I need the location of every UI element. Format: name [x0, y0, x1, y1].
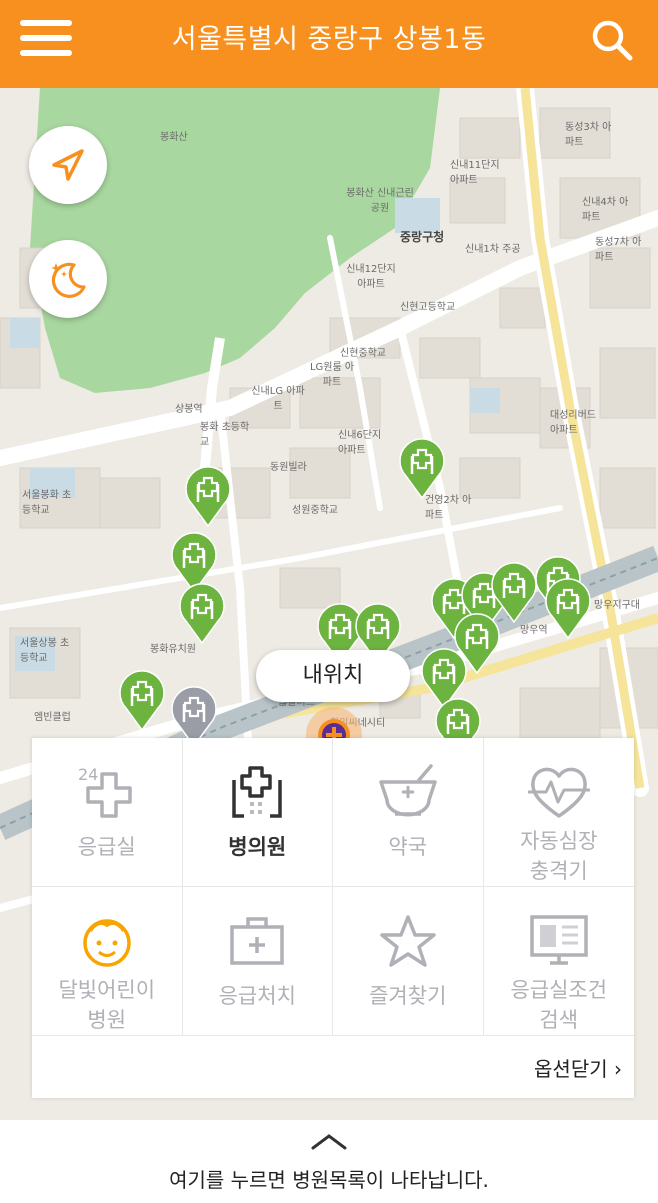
category-label: 응급실조건 검색	[510, 978, 608, 1032]
map-label: 동원빌라	[270, 462, 307, 473]
category-label: 응급실	[77, 835, 136, 859]
moon-stars-icon	[51, 262, 86, 298]
map-label: 신내4차 아파트	[582, 197, 629, 223]
child-face-icon	[83, 919, 131, 967]
svg-text:24: 24	[78, 765, 98, 784]
navigation-arrow-icon	[52, 149, 84, 181]
hospital-pin[interactable]	[178, 583, 226, 645]
chevron-up-icon	[311, 1134, 347, 1150]
close-options-button[interactable]: 옵션닫기 ›	[534, 1053, 622, 1082]
pharmacy-bowl-icon	[379, 764, 437, 817]
map-label: 성원중학교	[292, 505, 338, 516]
map-label: 동성7차 아파트	[595, 237, 642, 263]
map-label: 망우지구대	[594, 600, 640, 611]
night-mode-button[interactable]	[29, 240, 107, 318]
category-label: 응급처치	[218, 984, 296, 1008]
category-label: 달빛어린이 병원	[58, 978, 156, 1032]
map-label: 신내11단지 아파트	[450, 160, 500, 186]
map-label: 중랑구청	[400, 230, 445, 244]
category-label: 즐겨찾기	[369, 984, 447, 1008]
category-emergency-room[interactable]: 24 응급실	[32, 738, 183, 887]
map-label: 신현중학교	[340, 348, 386, 359]
heart-pulse-icon	[527, 767, 590, 818]
map-label: 신내6단지 아파트	[338, 430, 382, 456]
map-label: 신내1차 주공	[465, 244, 521, 255]
map-label: 신내12단지 아파트	[346, 264, 396, 290]
map-label: 상봉역	[175, 404, 203, 415]
my-location-tooltip: 내위치	[256, 650, 410, 702]
search-icon[interactable]	[590, 18, 634, 62]
map-label: 서울봉화 초등학교	[22, 490, 72, 516]
map-label: 신현고등학교	[400, 302, 456, 313]
24h-cross-icon: 24	[78, 765, 132, 818]
category-label: 병의원	[228, 835, 287, 859]
monitor-search-icon	[530, 915, 588, 965]
page-title: 서울특별시 중랑구 상봉1동	[171, 24, 487, 55]
map-label: 봉화산	[160, 132, 188, 143]
category-hospital-clinic[interactable]: 병의원	[182, 738, 333, 887]
category-pharmacy[interactable]: 약국	[333, 738, 484, 887]
map-label: 서울상봉 초등학교	[20, 638, 70, 664]
hospital-pin[interactable]	[398, 438, 446, 500]
locate-me-button[interactable]	[29, 126, 107, 204]
hospital-list-toggle[interactable]: 여기를 누르면 병원목록이 나타납니다.	[0, 1120, 658, 1203]
hospital-list-hint: 여기를 누르면 병원목록이 나타납니다.	[169, 1168, 489, 1192]
category-panel: 24 응급실 병의원 약국 자동심장 충격기 달빛어린이 병원 응급처치 즐겨찾…	[32, 738, 634, 1098]
map-label: 봉화 초등학교	[200, 422, 250, 448]
map-label: 신내LG 아파트	[251, 386, 305, 412]
first-aid-kit-icon	[230, 917, 284, 965]
hospital-pin[interactable]	[118, 670, 166, 732]
hospital-pin[interactable]	[544, 578, 592, 640]
category-favorites[interactable]: 즐겨찾기	[333, 887, 484, 1036]
category-label: 약국	[388, 835, 428, 859]
hospital-building-icon	[232, 766, 282, 818]
map-label: LG원룸 아파트	[309, 362, 355, 388]
star-icon	[380, 915, 436, 967]
map-label: 대성리버드 아파트	[550, 410, 596, 436]
category-night-children-hospital[interactable]: 달빛어린이 병원	[32, 887, 183, 1036]
category-er-condition-search[interactable]: 응급실조건 검색	[483, 887, 634, 1036]
map-label: 엠빈클럽	[34, 712, 71, 723]
map-label: 동성3차 아파트	[565, 122, 612, 148]
hamburger-menu-icon[interactable]	[20, 20, 72, 64]
app-header: 서울특별시 중랑구 상봉1동	[0, 0, 658, 88]
category-aed[interactable]: 자동심장 충격기	[483, 738, 634, 887]
map-label: 봉화산 신내근린공원	[346, 188, 414, 214]
category-first-aid[interactable]: 응급처치	[182, 887, 333, 1036]
category-label: 자동심장 충격기	[520, 829, 598, 883]
hospital-pin[interactable]	[184, 466, 232, 528]
